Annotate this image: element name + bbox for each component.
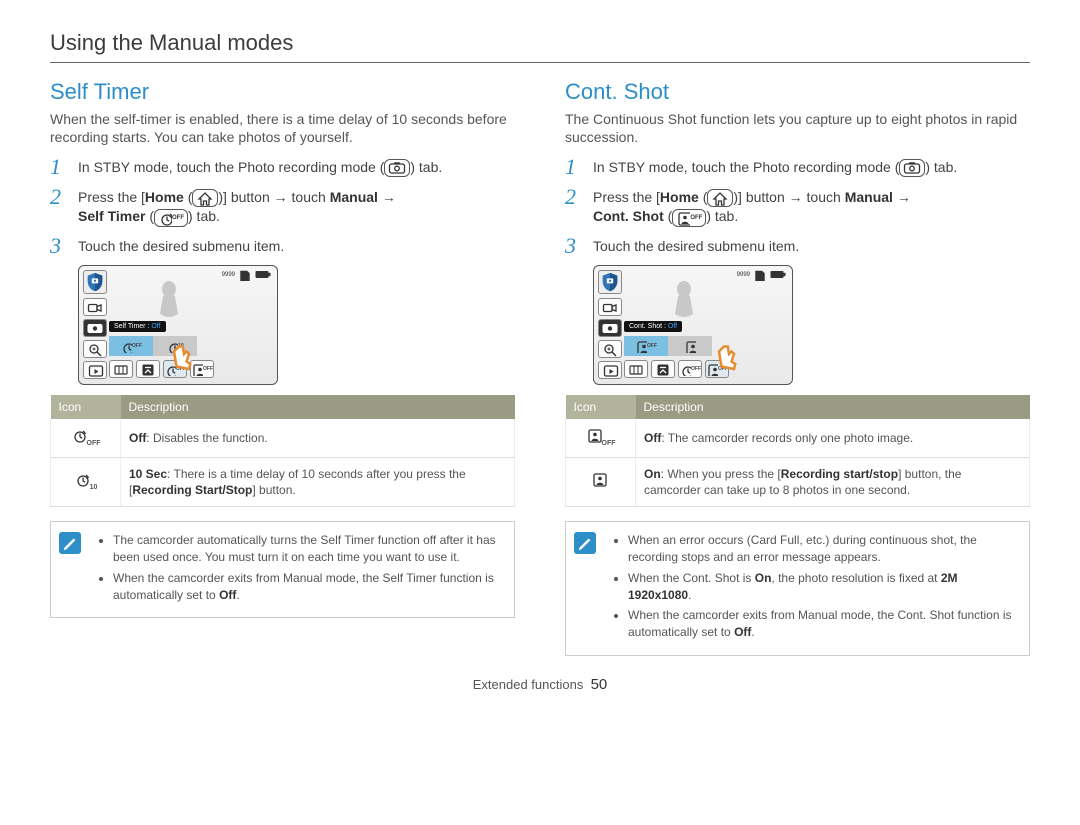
sd-icon bbox=[238, 269, 252, 281]
zoom-icon bbox=[83, 340, 107, 358]
timer-tab-icon: OFF bbox=[678, 360, 702, 378]
silhouette-icon bbox=[149, 276, 189, 321]
home-icon bbox=[192, 189, 218, 207]
document-page: Using the Manual modes Self Timer When t… bbox=[0, 0, 1080, 703]
playback-icon bbox=[83, 361, 107, 379]
steps-self-timer: 1 In STBY mode, touch the Photo recordin… bbox=[50, 156, 515, 257]
note-self-timer: The camcorder automatically turns the Se… bbox=[50, 521, 515, 618]
icon-cell-off: OFF bbox=[566, 419, 636, 458]
step-3-text: Touch the desired submenu item. bbox=[593, 235, 799, 256]
table-header-desc: Description bbox=[121, 395, 515, 419]
note-icon bbox=[574, 532, 596, 554]
step-1-text: In STBY mode, touch the Photo recording … bbox=[593, 156, 957, 177]
desc-cell-off: Off: The camcorder records only one phot… bbox=[636, 419, 1030, 458]
intro-cont-shot: The Continuous Shot function lets you ca… bbox=[565, 111, 1030, 146]
note-item: When the Cont. Shot is On, the photo res… bbox=[628, 570, 1017, 604]
home-icon bbox=[707, 189, 733, 207]
cont-shot-off-icon: OFF bbox=[672, 209, 706, 227]
left-column: Self Timer When the self-timer is enable… bbox=[50, 79, 515, 656]
touch-hand-icon bbox=[709, 344, 739, 374]
step-number-1: 1 bbox=[50, 156, 68, 178]
videocam-icon bbox=[83, 298, 107, 316]
mode-badge-icon bbox=[83, 270, 107, 294]
exposure-icon bbox=[136, 360, 160, 378]
camera-mode-icon bbox=[83, 319, 107, 337]
step-2-text: Press the [Home ()] button → touch Manua… bbox=[593, 186, 911, 227]
table-row: 10 10 Sec: There is a time delay of 10 s… bbox=[51, 457, 515, 506]
battery-icon bbox=[255, 269, 271, 280]
step-1-text: In STBY mode, touch the Photo recording … bbox=[78, 156, 442, 177]
intro-self-timer: When the self-timer is enabled, there is… bbox=[50, 111, 515, 146]
divider bbox=[50, 62, 1030, 63]
camera-icon bbox=[384, 159, 410, 177]
desc-cell-10sec: 10 Sec: There is a time delay of 10 seco… bbox=[121, 457, 515, 506]
table-header-icon: Icon bbox=[566, 395, 636, 419]
table-cont-shot: Icon Description OFF Off: The camcorder … bbox=[565, 395, 1030, 508]
table-row: OFF Off: The camcorder records only one … bbox=[566, 419, 1030, 458]
zoom-icon bbox=[598, 340, 622, 358]
videocam-icon bbox=[598, 298, 622, 316]
desc-cell-on: On: When you press the [Recording start/… bbox=[636, 457, 1030, 506]
setting-label: Cont. Shot : Off bbox=[624, 321, 682, 332]
note-item: The camcorder automatically turns the Se… bbox=[113, 532, 502, 566]
status-bar: 9999 bbox=[737, 269, 786, 281]
step-number-1: 1 bbox=[565, 156, 583, 178]
side-toolbar bbox=[598, 298, 622, 379]
screenshot-self-timer: 9999 Self Timer : Off OFF 10 bbox=[78, 265, 278, 385]
touch-hand-icon bbox=[164, 344, 194, 374]
section-title-self-timer: Self Timer bbox=[50, 79, 515, 105]
table-header-icon: Icon bbox=[51, 395, 121, 419]
right-column: Cont. Shot The Continuous Shot function … bbox=[565, 79, 1030, 656]
option-off: OFF bbox=[109, 336, 153, 356]
icon-cell-on bbox=[566, 457, 636, 506]
step-2-text: Press the [Home ()] button → touch Manua… bbox=[78, 186, 396, 227]
step-number-3: 3 bbox=[50, 235, 68, 257]
page-title: Using the Manual modes bbox=[50, 30, 1030, 56]
page-number: 50 bbox=[591, 676, 608, 693]
page-footer: Extended functions 50 bbox=[50, 676, 1030, 693]
playback-icon bbox=[598, 361, 622, 379]
note-icon bbox=[59, 532, 81, 554]
table-row: On: When you press the [Recording start/… bbox=[566, 457, 1030, 506]
side-toolbar bbox=[83, 298, 107, 379]
option-on bbox=[668, 336, 712, 356]
option-bar: OFF bbox=[624, 336, 712, 356]
mode-badge-icon bbox=[598, 270, 622, 294]
step-3-text: Touch the desired submenu item. bbox=[78, 235, 284, 256]
battery-icon bbox=[770, 269, 786, 280]
screenshot-cont-shot: 9999 Cont. Shot : Off OFF bbox=[593, 265, 793, 385]
exposure-icon bbox=[651, 360, 675, 378]
option-off: OFF bbox=[624, 336, 668, 356]
timer-off-icon: OFF bbox=[154, 209, 188, 227]
steps-cont-shot: 1 In STBY mode, touch the Photo recordin… bbox=[565, 156, 1030, 257]
grid-icon bbox=[624, 360, 648, 378]
table-row: OFF Off: Disables the function. bbox=[51, 419, 515, 458]
status-bar: 9999 bbox=[222, 269, 271, 281]
note-item: When the camcorder exits from Manual mod… bbox=[628, 607, 1017, 641]
icon-cell-10sec: 10 bbox=[51, 457, 121, 506]
silhouette-icon bbox=[664, 276, 704, 321]
step-number-2: 2 bbox=[50, 186, 68, 208]
section-title-cont-shot: Cont. Shot bbox=[565, 79, 1030, 105]
setting-label: Self Timer : Off bbox=[109, 321, 166, 332]
bottom-toolbar: OFF OFF bbox=[109, 360, 214, 378]
note-cont-shot: When an error occurs (Card Full, etc.) d… bbox=[565, 521, 1030, 656]
table-self-timer: Icon Description OFF Off: Disables the f… bbox=[50, 395, 515, 508]
desc-cell-off: Off: Disables the function. bbox=[121, 419, 515, 458]
step-number-2: 2 bbox=[565, 186, 583, 208]
camera-icon bbox=[899, 159, 925, 177]
sd-icon bbox=[753, 269, 767, 281]
note-item: When an error occurs (Card Full, etc.) d… bbox=[628, 532, 1017, 566]
table-header-desc: Description bbox=[636, 395, 1030, 419]
step-number-3: 3 bbox=[565, 235, 583, 257]
camera-mode-icon bbox=[598, 319, 622, 337]
footer-section: Extended functions bbox=[473, 677, 584, 692]
note-item: When the camcorder exits from Manual mod… bbox=[113, 570, 502, 604]
grid-icon bbox=[109, 360, 133, 378]
icon-cell-off: OFF bbox=[51, 419, 121, 458]
